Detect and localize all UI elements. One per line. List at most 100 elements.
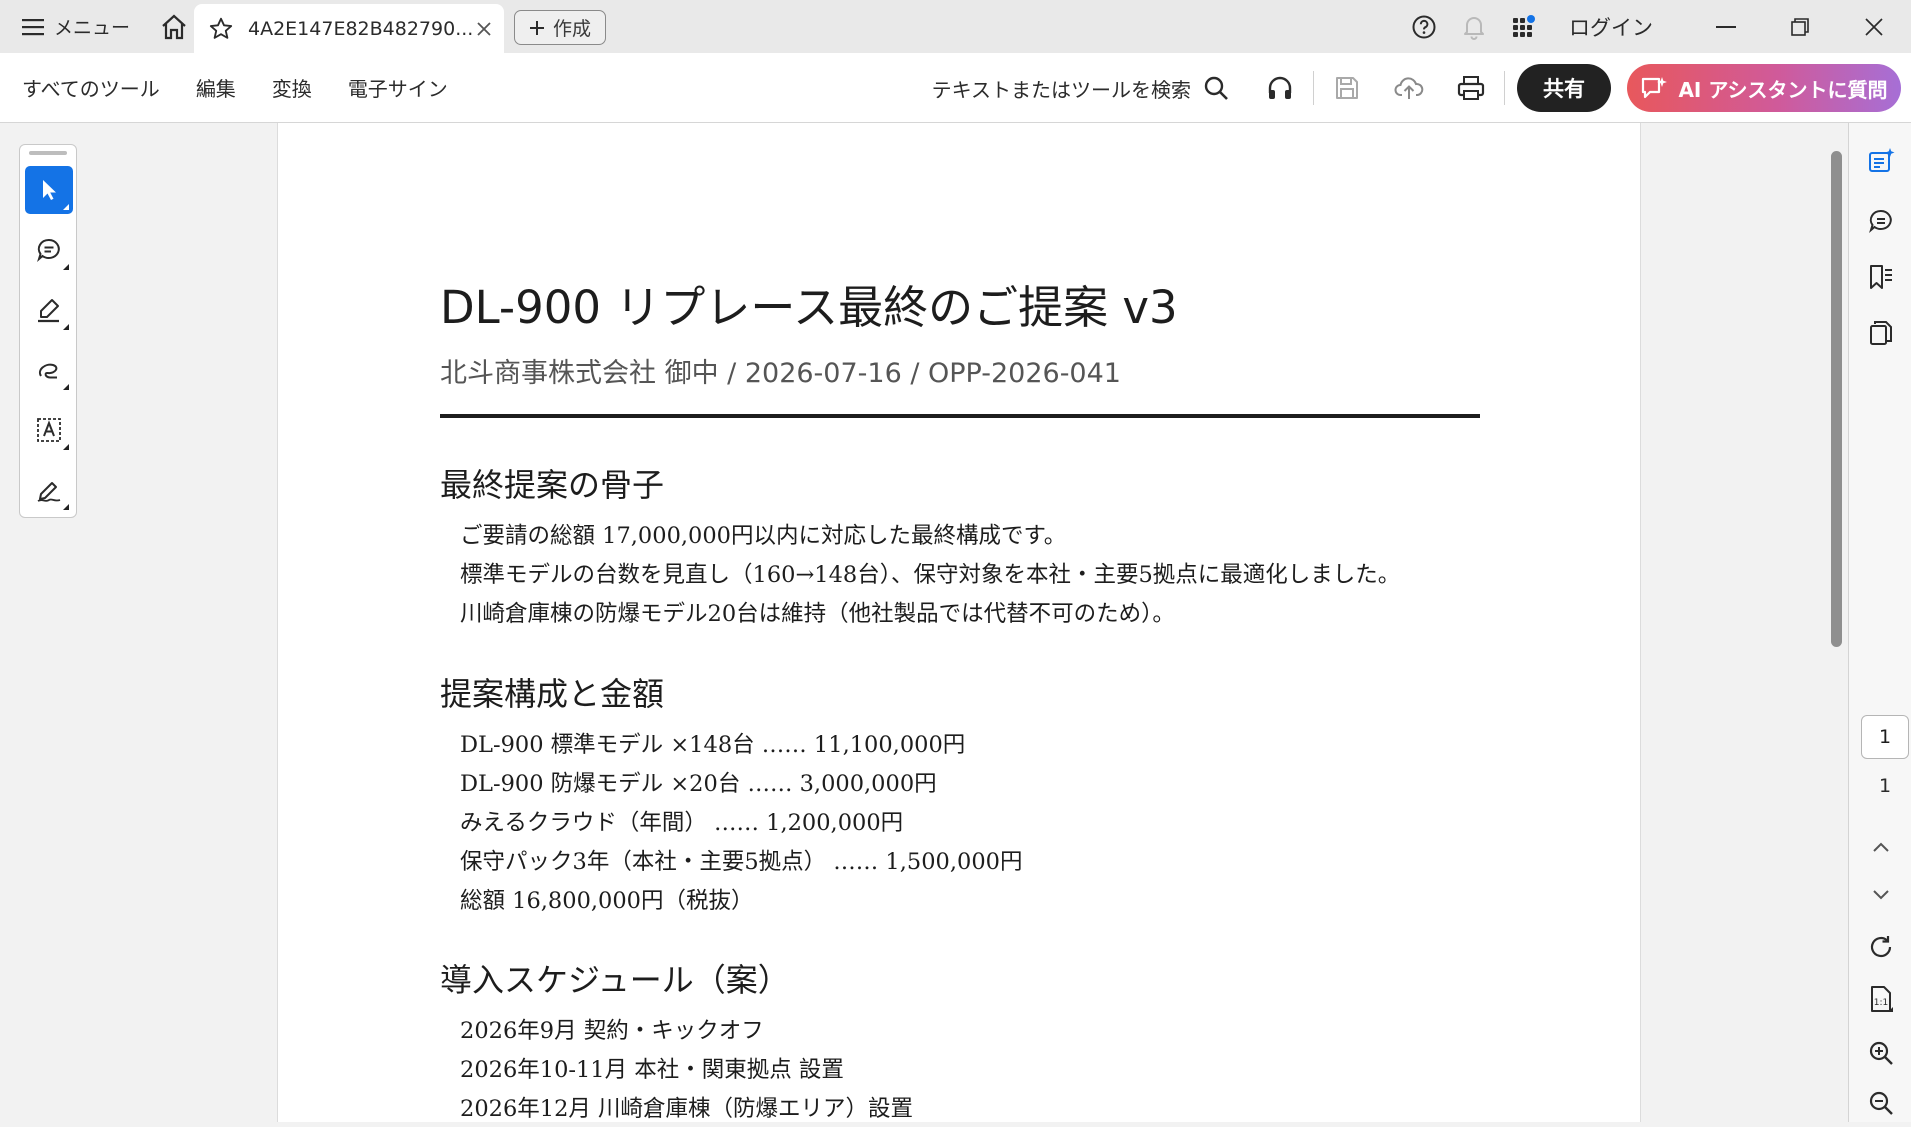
minimize-icon: [1716, 25, 1736, 28]
search-icon[interactable]: [1203, 75, 1229, 101]
bell-icon: [1464, 16, 1484, 40]
tool-options-indicator: [63, 204, 69, 210]
previous-page-button[interactable]: [1849, 823, 1911, 871]
schedule-item: 2026年12月 川崎倉庫棟（防爆エリア）設置: [460, 1096, 914, 1122]
line-item: DL-900 防爆モデル ×20台 …… 3,000,000円: [460, 771, 937, 797]
main-toolbar: すべてのツール 編集 変換 電子サイン テキストまたはツールを検索 共有 AI …: [0, 53, 1911, 123]
plus-icon: [529, 20, 544, 35]
svg-text:1:1: 1:1: [1873, 998, 1887, 1008]
tool-options-indicator: [63, 324, 69, 330]
ai-summary-icon: [1868, 148, 1894, 172]
highlighter-icon: [38, 299, 59, 323]
pages-panel-button[interactable]: [1849, 309, 1911, 357]
zoom-in-button[interactable]: [1849, 1029, 1911, 1077]
tool-options-indicator: [63, 264, 69, 270]
ai-chat-icon: [1642, 77, 1668, 99]
star-icon[interactable]: [208, 16, 234, 42]
tool-options-indicator: [63, 444, 69, 450]
headphones-icon: [1268, 76, 1292, 99]
cloud-upload-icon: [1394, 77, 1424, 99]
section-heading: 提案構成と金額: [440, 675, 665, 713]
close-icon: [1865, 17, 1883, 36]
restore-icon: [1791, 17, 1809, 36]
next-page-button[interactable]: [1849, 871, 1911, 919]
section-heading: 最終提案の骨子: [440, 466, 665, 504]
actual-size-button[interactable]: 1:1: [1849, 975, 1911, 1023]
page-total: 1: [1878, 775, 1892, 797]
create-label: 作成: [552, 18, 591, 40]
ai-assistant-button[interactable]: AI アシスタントに質問: [1627, 64, 1901, 112]
nav-edit[interactable]: 編集: [196, 73, 236, 102]
menu-button[interactable]: メニュー: [0, 0, 144, 53]
schedule-item: 2026年9月 契約・キックオフ: [460, 1018, 764, 1044]
paragraph-line: ご要請の総額 17,000,000円以内に対応した最終構成です。: [460, 523, 1067, 549]
restore-button[interactable]: [1763, 0, 1837, 53]
toolbar-divider: [1504, 71, 1505, 105]
close-tab-icon[interactable]: [476, 21, 492, 37]
signature-pen-icon: [37, 482, 61, 502]
nav-e-sign[interactable]: 電子サイン: [348, 73, 448, 102]
comment-tool[interactable]: [25, 226, 73, 274]
freehand-draw-icon: [39, 363, 58, 379]
sign-tool[interactable]: [25, 466, 73, 514]
select-tool[interactable]: [25, 166, 73, 214]
scrollbar-thumb[interactable]: [1831, 151, 1842, 647]
copy-pages-icon: [1869, 321, 1892, 345]
apps-button[interactable]: [1499, 0, 1549, 53]
read-aloud-button[interactable]: [1249, 53, 1311, 123]
menu-label: メニュー: [54, 17, 131, 39]
line-item: 保守パック3年（本社・主要5拠点） …… 1,500,000円: [460, 849, 1023, 875]
text-box-icon: [37, 418, 61, 442]
document-tab[interactable]: 4A2E147E82B482790...: [194, 4, 504, 53]
zoom-out-button[interactable]: [1849, 1079, 1911, 1127]
tool-options-indicator: [63, 504, 69, 510]
tool-options-indicator: [63, 384, 69, 390]
line-item: DL-900 標準モデル ×148台 …… 11,100,000円: [460, 732, 966, 758]
title-rule: [440, 414, 1480, 418]
notifications-button[interactable]: [1449, 0, 1499, 53]
total-line: 総額 16,800,000円（税抜）: [460, 888, 754, 914]
ai-summary-button[interactable]: [1849, 137, 1911, 185]
text-box-tool[interactable]: [25, 406, 73, 454]
tab-title: 4A2E147E82B482790...: [248, 17, 474, 40]
page-number-input[interactable]: 1: [1861, 715, 1909, 759]
nav-all-tools[interactable]: すべてのツール: [22, 73, 160, 102]
rail-drag-handle[interactable]: [29, 151, 67, 155]
rotate-button[interactable]: [1849, 923, 1911, 971]
paragraph-line: 標準モデルの台数を見直し（160→148台）、保守対象を本社・主要5拠点に最適化…: [460, 562, 1401, 588]
print-button[interactable]: [1440, 53, 1502, 123]
paragraph-line: 川崎倉庫棟の防爆モデル20台は維持（他社製品では代替不可のため）。: [460, 601, 1175, 627]
right-side-panel: 1 1 1:1: [1848, 123, 1911, 1122]
bookmarks-panel-button[interactable]: [1849, 253, 1911, 301]
highlight-tool[interactable]: [25, 286, 73, 334]
cursor-arrow-icon: [43, 180, 56, 200]
toolbar-divider: [1313, 71, 1314, 105]
section-heading: 導入スケジュール（案）: [440, 961, 790, 999]
nav-convert[interactable]: 変換: [272, 73, 312, 102]
save-button[interactable]: [1316, 53, 1378, 123]
save-icon: [1336, 77, 1358, 99]
close-window-button[interactable]: [1837, 0, 1911, 53]
comments-panel-button[interactable]: [1849, 197, 1911, 245]
create-button[interactable]: 作成: [514, 10, 606, 45]
upload-button[interactable]: [1378, 53, 1440, 123]
search-label[interactable]: テキストまたはツールを検索: [932, 74, 1191, 103]
login-link[interactable]: ログイン: [1569, 12, 1653, 42]
title-bar: メニュー 4A2E147E82B482790... 作成 ログイン: [0, 0, 1911, 53]
draw-tool[interactable]: [25, 346, 73, 394]
ai-assistant-label: AI アシスタントに質問: [1678, 77, 1888, 102]
comments-icon: [1868, 209, 1892, 233]
apps-grid-icon: [1513, 14, 1535, 37]
rotate-icon: [1870, 936, 1891, 958]
vertical-scrollbar[interactable]: [1826, 123, 1848, 1122]
share-button[interactable]: 共有: [1517, 64, 1611, 112]
hamburger-icon: [22, 18, 44, 35]
help-button[interactable]: [1399, 0, 1449, 53]
help-icon: [1412, 15, 1436, 38]
schedule-item: 2026年10-11月 本社・関東拠点 設置: [460, 1057, 844, 1083]
actual-size-icon: 1:1: [1870, 986, 1893, 1012]
minimize-button[interactable]: [1689, 0, 1763, 53]
quick-tools-rail: [19, 144, 77, 518]
printer-icon: [1457, 76, 1485, 100]
document-title: DL-900 リプレース最終のご提案 v3: [440, 281, 1178, 334]
